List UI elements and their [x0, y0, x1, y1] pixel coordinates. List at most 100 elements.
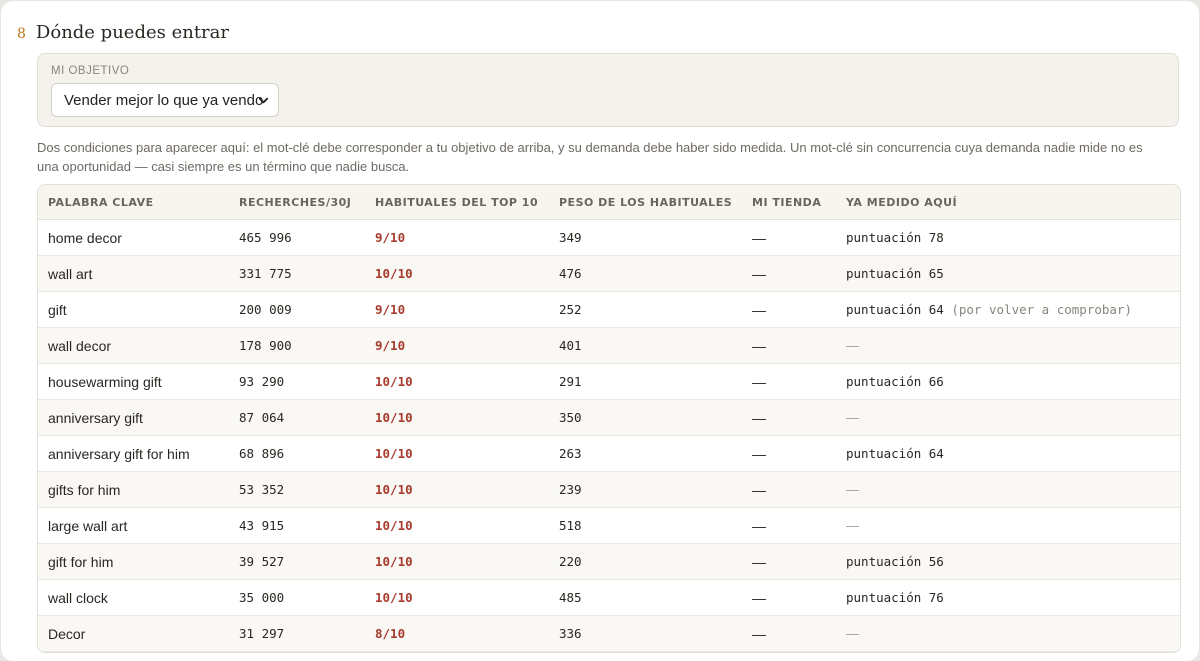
- weight-cell: 401: [549, 327, 742, 364]
- searches-cell: 87 064: [229, 399, 365, 436]
- measured-cell: puntuación 78: [836, 219, 1180, 256]
- shop-cell: —: [742, 219, 836, 256]
- measured-cell: —: [836, 615, 1180, 652]
- shop-cell: —: [742, 399, 836, 436]
- table-row: wall art 331 775 10/10 476— puntuación 65: [38, 255, 1180, 292]
- keyword-cell: wall clock: [38, 579, 229, 616]
- objective-selected-value: Vender mejor lo que ya vendo: [64, 91, 264, 109]
- section-number: 8: [17, 25, 26, 42]
- searches-cell: 93 290: [229, 363, 365, 400]
- shop-cell: —: [742, 579, 836, 616]
- col-header-shop: MI TIENDA: [742, 185, 836, 220]
- weight-cell: 252: [549, 291, 742, 328]
- measured-cell: —: [836, 507, 1180, 544]
- keyword-cell: large wall art: [38, 507, 229, 544]
- shop-cell: —: [742, 471, 836, 508]
- table-row: gift for him 39 527 10/10 220— puntuación 56: [38, 543, 1180, 580]
- table-row: wall decor 178 900 9/10 401— —: [38, 327, 1180, 364]
- measured-cell: —: [836, 399, 1180, 436]
- top10-cell: 10/10: [365, 471, 549, 508]
- measured-cell: puntuación 65: [836, 255, 1180, 292]
- table-row: Decor 31 297 8/10 336— —: [38, 615, 1180, 652]
- weight-cell: 476: [549, 255, 742, 292]
- top10-cell: 10/10: [365, 579, 549, 616]
- shop-cell: —: [742, 507, 836, 544]
- section-header: 8 Dónde puedes entrar: [17, 22, 229, 43]
- weight-cell: 350: [549, 399, 742, 436]
- col-header-keyword: PALABRA CLAVE: [38, 185, 229, 220]
- keyword-cell: wall decor: [38, 327, 229, 364]
- searches-cell: 53 352: [229, 471, 365, 508]
- top10-cell: 10/10: [365, 363, 549, 400]
- measured-cell: —: [836, 471, 1180, 508]
- top10-cell: 9/10: [365, 291, 549, 328]
- measured-value: —: [846, 338, 859, 353]
- keyword-cell: wall art: [38, 255, 229, 292]
- top10-cell: 10/10: [365, 543, 549, 580]
- weight-cell: 291: [549, 363, 742, 400]
- keyword-cell: Decor: [38, 615, 229, 652]
- measured-value: puntuación 66: [846, 374, 944, 389]
- searches-cell: 43 915: [229, 507, 365, 544]
- weight-cell: 239: [549, 471, 742, 508]
- shop-cell: —: [742, 291, 836, 328]
- measured-cell: puntuación 64 (por volver a comprobar): [836, 291, 1180, 328]
- top10-cell: 10/10: [365, 507, 549, 544]
- shop-cell: —: [742, 543, 836, 580]
- weight-cell: 263: [549, 435, 742, 472]
- keyword-cell: gift: [38, 291, 229, 328]
- measured-value: —: [846, 410, 859, 425]
- table-header-row: PALABRA CLAVE RECHERCHES/30J HABITUALES …: [38, 185, 1180, 220]
- keyword-cell: anniversary gift for him: [38, 435, 229, 472]
- measured-cell: puntuación 56: [836, 543, 1180, 580]
- searches-cell: 31 297: [229, 615, 365, 652]
- shop-cell: —: [742, 255, 836, 292]
- measured-value: puntuación 78: [846, 230, 944, 245]
- description-text: Dos condiciones para aparecer aquí: el m…: [37, 140, 1143, 174]
- weight-cell: 518: [549, 507, 742, 544]
- measured-value: puntuación 64: [846, 302, 944, 317]
- objective-label: MI OBJETIVO: [51, 65, 130, 77]
- measured-cell: —: [836, 327, 1180, 364]
- objective-panel: MI OBJETIVO Vender mejor lo que ya vendo: [37, 53, 1179, 127]
- chevron-down-icon: [258, 97, 269, 104]
- col-header-measured: YA MEDIDO AQUÍ: [836, 185, 1180, 220]
- measured-note: (por volver a comprobar): [943, 302, 1132, 317]
- measured-cell: puntuación 66: [836, 363, 1180, 400]
- col-header-searches: RECHERCHES/30J: [229, 185, 365, 220]
- weight-cell: 349: [549, 219, 742, 256]
- weight-cell: 336: [549, 615, 742, 652]
- section-title: Dónde puedes entrar: [35, 22, 229, 43]
- top10-cell: 10/10: [365, 399, 549, 436]
- table-row: anniversary gift for him 68 896 10/10 263— p…: [38, 435, 1180, 472]
- weight-cell: 485: [549, 579, 742, 616]
- table-row: wall clock 35 000 10/10 485— puntuación 76: [38, 579, 1180, 616]
- measured-cell: puntuación 64: [836, 435, 1180, 472]
- table-row: gifts for him 53 352 10/10 239— —: [38, 471, 1180, 508]
- table-row: gift 200 009 9/10 252— puntuación 64 (por vo…: [38, 291, 1180, 328]
- table-row: large wall art 43 915 10/10 518— —: [38, 507, 1180, 544]
- table-row: home decor 465 996 9/10 349— puntuación 78: [38, 219, 1180, 256]
- keyword-cell: anniversary gift: [38, 399, 229, 436]
- col-header-top10: HABITUALES DEL TOP 10: [365, 185, 549, 220]
- shop-cell: —: [742, 615, 836, 652]
- searches-cell: 331 775: [229, 255, 365, 292]
- measured-cell: puntuación 76: [836, 579, 1180, 616]
- objective-select[interactable]: Vender mejor lo que ya vendo: [51, 83, 279, 117]
- keyword-table: PALABRA CLAVE RECHERCHES/30J HABITUALES …: [37, 184, 1181, 653]
- measured-value: puntuación 65: [846, 266, 944, 281]
- keyword-cell: gift for him: [38, 543, 229, 580]
- shop-cell: —: [742, 327, 836, 364]
- measured-value: —: [846, 518, 859, 533]
- page: 8 Dónde puedes entrar MI OBJETIVO Vender…: [1, 1, 1199, 661]
- searches-cell: 465 996: [229, 219, 365, 256]
- measured-value: puntuación 64: [846, 446, 944, 461]
- top10-cell: 10/10: [365, 435, 549, 472]
- searches-cell: 178 900: [229, 327, 365, 364]
- weight-cell: 220: [549, 543, 742, 580]
- top10-cell: 9/10: [365, 219, 549, 256]
- searches-cell: 200 009: [229, 291, 365, 328]
- searches-cell: 68 896: [229, 435, 365, 472]
- measured-value: puntuación 56: [846, 554, 944, 569]
- table-row: housewarming gift 93 290 10/10 291— puntuaci…: [38, 363, 1180, 400]
